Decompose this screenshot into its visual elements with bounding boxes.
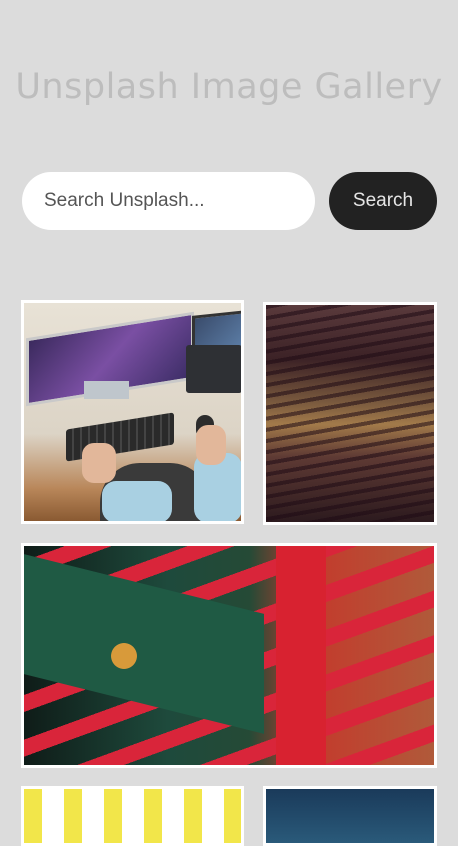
page-title: Unsplash Image Gallery [15,67,443,107]
gallery-item-street[interactable] [21,543,437,768]
desk-workspace-image [24,303,241,521]
gallery-item-blue[interactable] [263,786,437,846]
search-button[interactable]: Search [329,172,437,230]
blue-image [266,789,434,843]
street-flags-image [24,546,434,765]
abstract-texture-image [266,305,434,522]
yellow-image [24,789,241,843]
gallery-item-yellow[interactable] [21,786,244,846]
gallery-item-desk[interactable] [21,300,244,524]
gallery-item-texture[interactable] [263,302,437,525]
search-input[interactable] [22,172,315,230]
